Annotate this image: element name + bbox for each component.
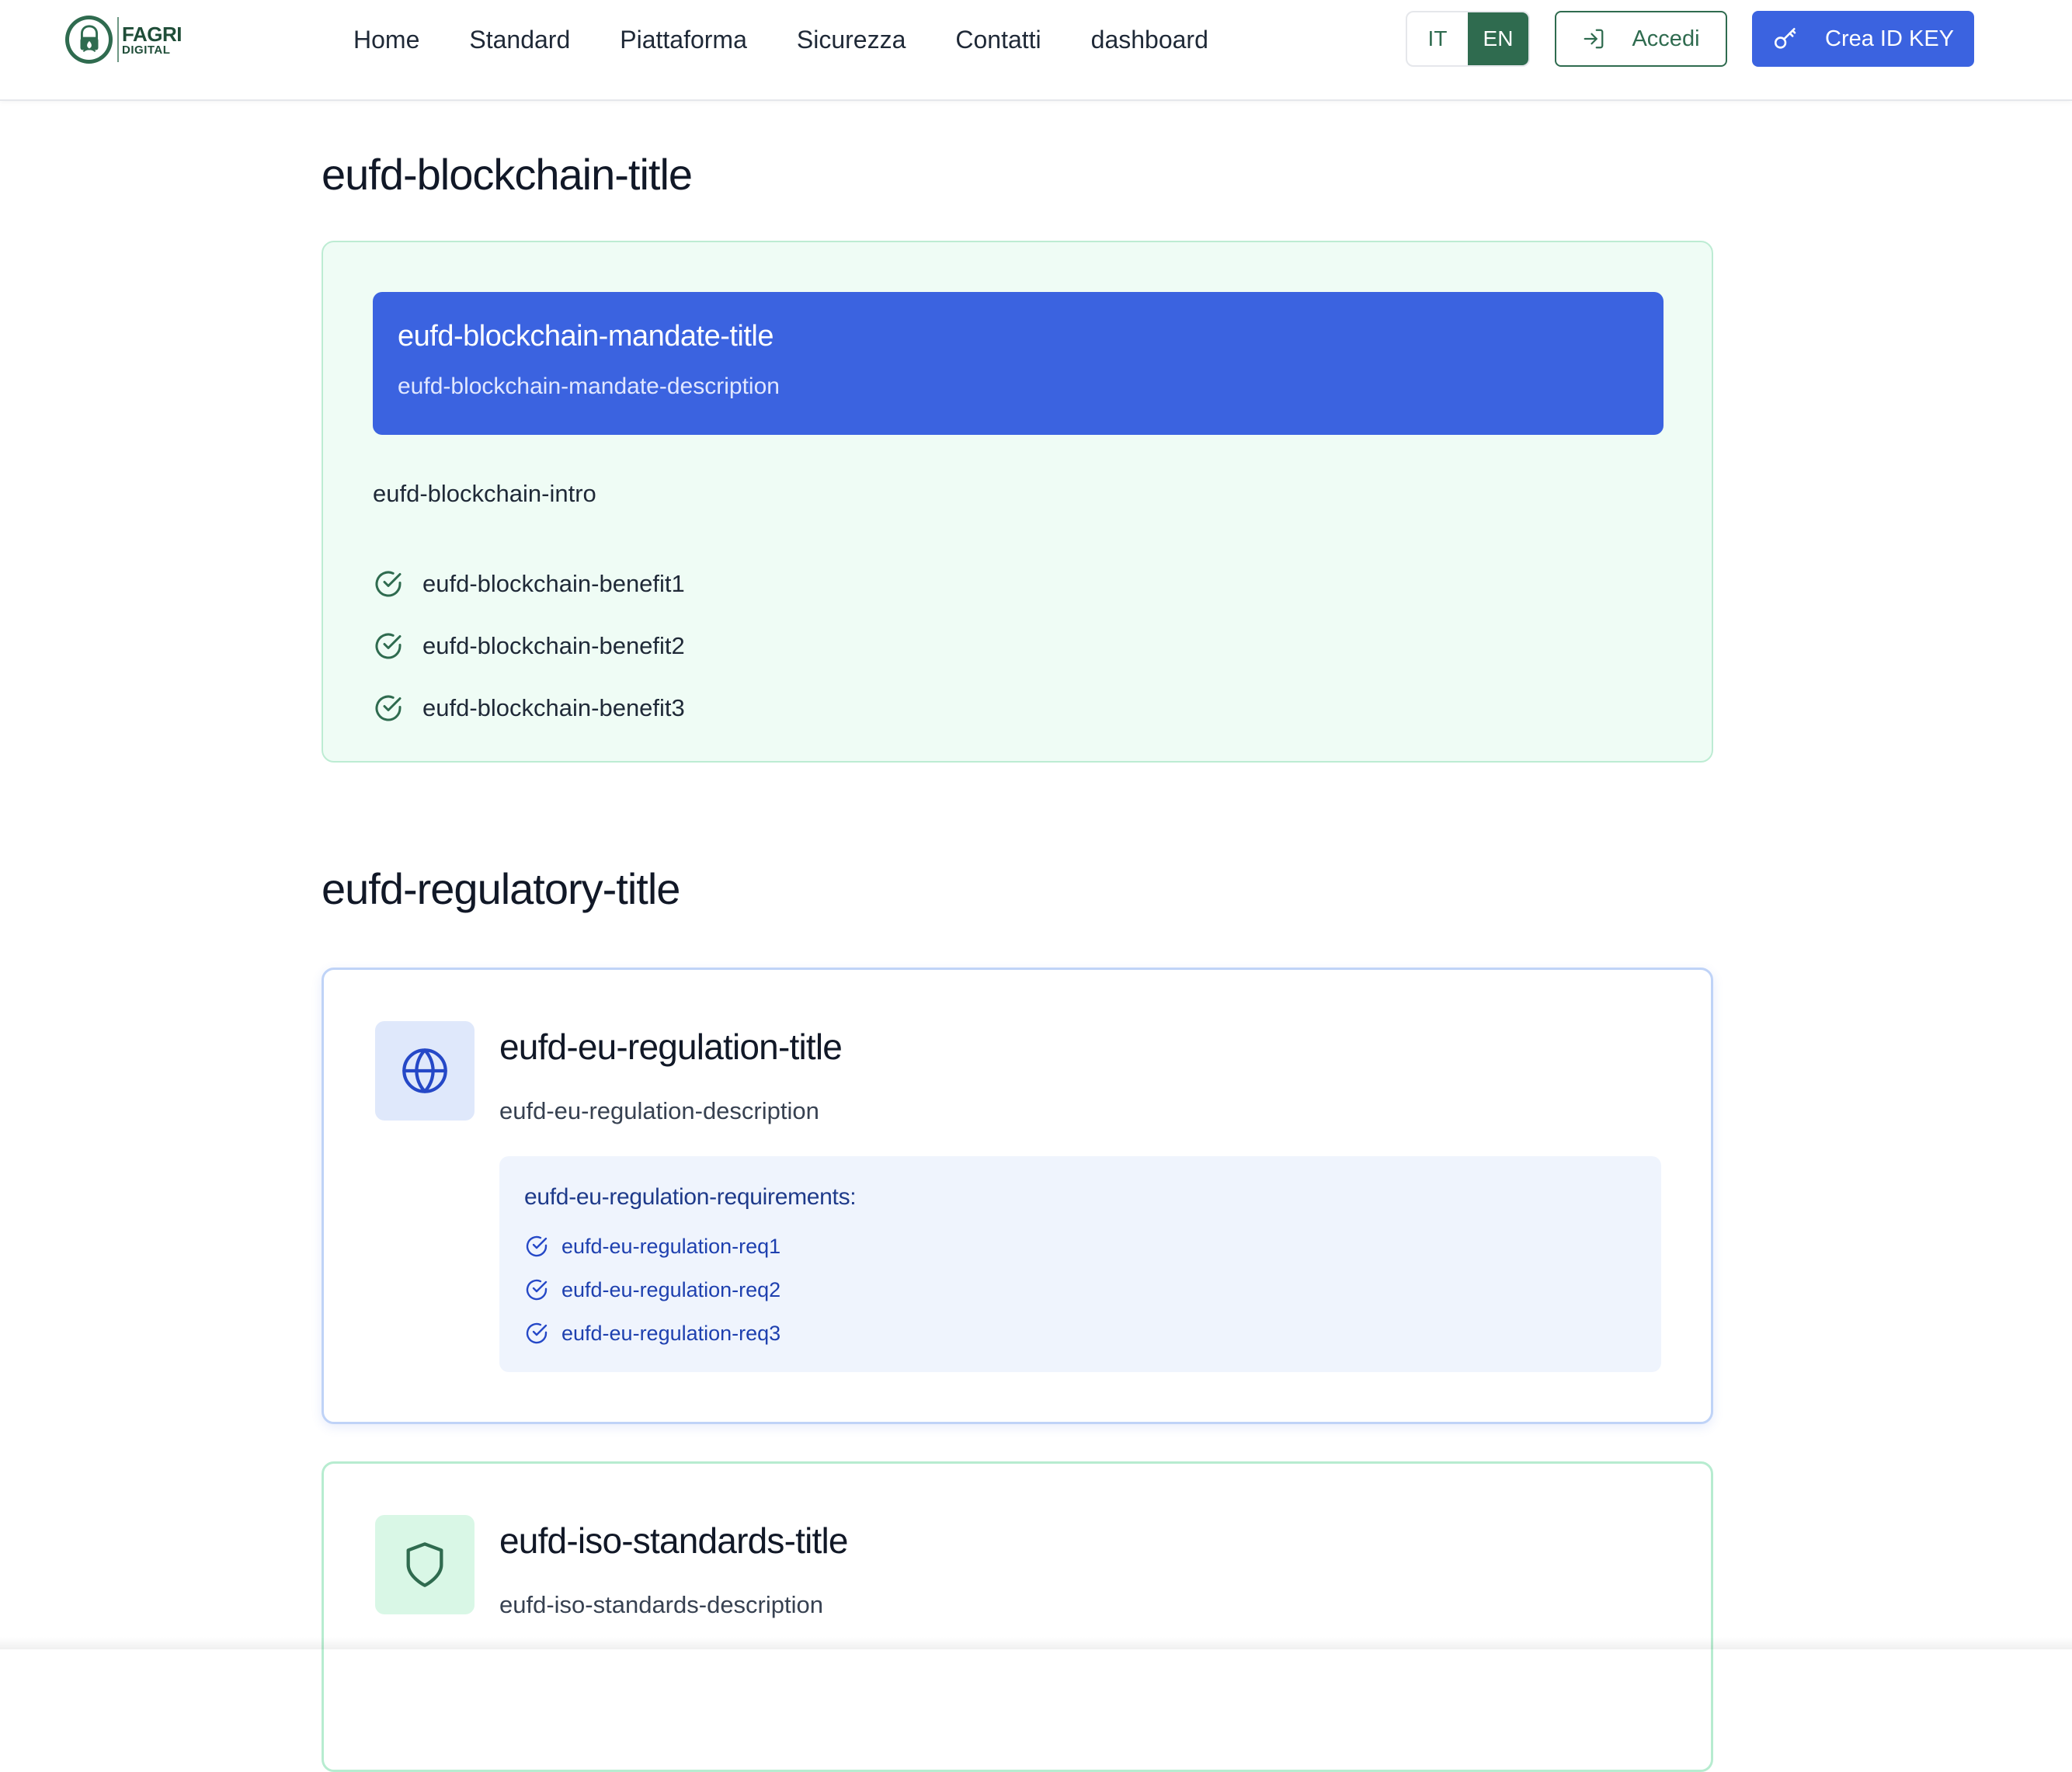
check-circle-icon [375,633,402,659]
eu-regulation-card: eufd-eu-regulation-title eufd-eu-regulat… [322,968,1713,1424]
requirement-label: eufd-eu-regulation-req2 [561,1277,781,1301]
list-item: eufd-eu-regulation-req3 [524,1312,1636,1355]
main-nav: Home Standard Piattaforma Sicurezza Cont… [353,22,1258,57]
create-id-key-label: Crea ID KEY [1825,26,1954,51]
nav-item-sicurezza[interactable]: Sicurezza [797,26,906,54]
blockchain-card: eufd-blockchain-mandate-title eufd-block… [322,241,1713,763]
check-circle-icon [526,1279,548,1301]
blockchain-mandate-banner: eufd-blockchain-mandate-title eufd-block… [373,292,1664,435]
globe-icon [402,1048,447,1093]
logo-line1: FAGRI [122,22,182,46]
eu-regulation-description: eufd-eu-regulation-description [499,1097,819,1124]
blockchain-section-title: eufd-blockchain-title [322,150,693,199]
benefit-label: eufd-blockchain-benefit1 [422,570,685,597]
nav-item-contatti[interactable]: Contatti [955,26,1041,54]
requirement-label: eufd-eu-regulation-req1 [561,1234,781,1258]
logo-divider [117,17,120,62]
nav-item-standard[interactable]: Standard [469,26,570,54]
list-item: eufd-eu-regulation-req2 [524,1268,1636,1312]
eu-regulation-requirements-box: eufd-eu-regulation-requirements: eufd-eu… [499,1156,1661,1372]
login-button[interactable]: Accedi [1555,11,1727,67]
login-button-label: Accedi [1632,26,1700,51]
iso-standards-icon-tile [375,1515,475,1614]
regulatory-section-title: eufd-regulatory-title [322,864,680,913]
eu-regulation-requirements-title: eufd-eu-regulation-requirements: [524,1184,857,1210]
nav-item-home[interactable]: Home [353,26,419,54]
shield-icon [406,1542,443,1587]
login-icon [1584,29,1604,49]
scroll-shadow [0,1637,2072,1649]
language-option-it[interactable]: IT [1407,12,1468,65]
nav-item-piattaforma[interactable]: Piattaforma [620,26,747,54]
iso-standards-title: eufd-iso-standards-title [499,1520,848,1561]
list-item: eufd-blockchain-benefit3 [373,677,685,739]
check-circle-icon [526,1235,548,1257]
list-item: eufd-blockchain-benefit2 [373,615,685,677]
iso-standards-description: eufd-iso-standards-description [499,1591,823,1618]
iso-standards-card: eufd-iso-standards-title eufd-iso-standa… [322,1461,1713,1772]
blockchain-intro: eufd-blockchain-intro [373,480,596,507]
list-item: eufd-eu-regulation-req1 [524,1225,1636,1268]
blockchain-mandate-title: eufd-blockchain-mandate-title [398,320,774,353]
brand-logo[interactable]: FAGRI DIGITAL [65,14,182,65]
eu-regulation-requirements-list: eufd-eu-regulation-req1 eufd-eu-regulati… [524,1225,1636,1355]
logo-line2: DIGITAL [122,43,171,57]
nav-item-dashboard[interactable]: dashboard [1091,26,1208,54]
check-circle-icon [526,1322,548,1344]
requirement-label: eufd-eu-regulation-req3 [561,1321,781,1345]
list-item: eufd-blockchain-benefit1 [373,553,685,615]
check-circle-icon [375,571,402,597]
eu-regulation-title: eufd-eu-regulation-title [499,1027,843,1067]
top-navbar: FAGRI DIGITAL Home Standard Piattaforma … [0,0,2072,101]
benefit-label: eufd-blockchain-benefit3 [422,694,685,721]
language-switcher: IT EN [1406,11,1530,67]
logo-wordmark: FAGRI DIGITAL [122,24,182,56]
key-icon [1774,27,1796,49]
blockchain-benefits-list: eufd-blockchain-benefit1 eufd-blockchain… [373,553,685,739]
benefit-label: eufd-blockchain-benefit2 [422,632,685,659]
create-id-key-button[interactable]: Crea ID KEY [1752,11,1974,67]
language-option-en[interactable]: EN [1468,12,1528,65]
logo-emblem-icon [65,16,113,64]
eu-regulation-icon-tile [375,1021,475,1121]
check-circle-icon [375,695,402,721]
blockchain-mandate-description: eufd-blockchain-mandate-description [398,374,780,399]
